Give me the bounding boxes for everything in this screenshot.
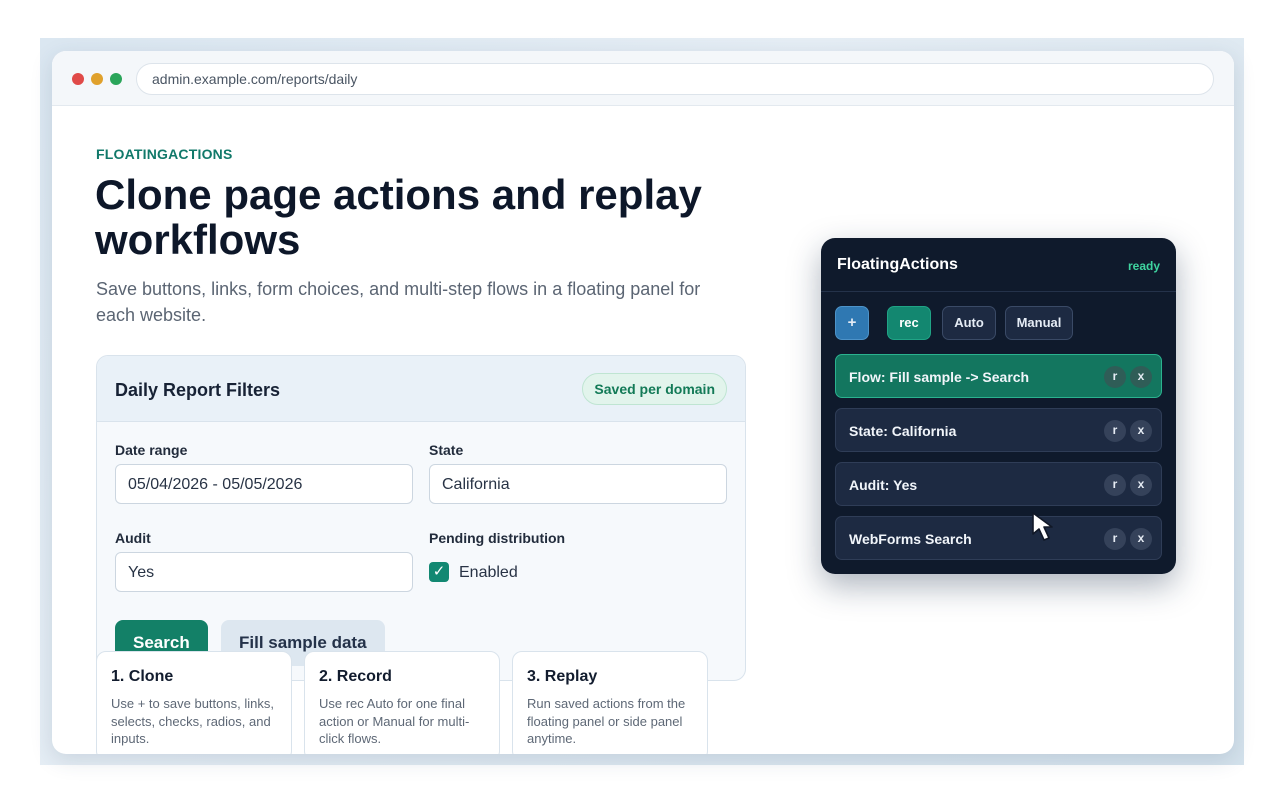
- check-icon: ✓: [432, 563, 446, 580]
- floating-actions-panel: FloatingActions ready + rec Auto Manual …: [821, 238, 1176, 574]
- saved-action-item[interactable]: Flow: Fill sample -> Search r x: [835, 354, 1162, 398]
- replay-icon[interactable]: r: [1104, 366, 1126, 388]
- panel-header[interactable]: FloatingActions ready: [821, 238, 1176, 292]
- filters-card: Daily Report Filters Saved per domain Da…: [96, 355, 746, 681]
- saved-action-label: Flow: Fill sample -> Search: [849, 369, 1030, 385]
- filters-card-title: Daily Report Filters: [115, 380, 281, 400]
- product-eyebrow: FLOATINGACTIONS: [96, 146, 233, 162]
- state-label: State: [429, 442, 464, 458]
- auto-mode-button[interactable]: Auto: [942, 306, 996, 340]
- remove-icon[interactable]: x: [1130, 366, 1152, 388]
- step-title: 1. Clone: [111, 668, 174, 685]
- add-action-button[interactable]: +: [835, 306, 869, 340]
- panel-title: FloatingActions: [837, 256, 958, 273]
- step-card-record: 2. Record Use rec Auto for one final act…: [304, 651, 500, 754]
- page-title: Clone page actions and replay workflows: [95, 171, 702, 263]
- step-description: Use + to save buttons, links, selects, c…: [111, 696, 274, 746]
- panel-status: ready: [1127, 259, 1160, 273]
- replay-icon[interactable]: r: [1104, 474, 1126, 496]
- step-card-clone: 1. Clone Use + to save buttons, links, s…: [96, 651, 292, 754]
- address-bar[interactable]: admin.example.com/reports/daily: [136, 63, 1214, 95]
- saved-per-domain-badge: Saved per domain: [582, 373, 727, 405]
- page-subtitle: Save buttons, links, form choices, and m…: [96, 279, 701, 325]
- maximize-window-dot[interactable]: [110, 73, 122, 85]
- browser-toolbar: admin.example.com/reports/daily: [52, 51, 1234, 106]
- filters-card-header: Daily Report Filters Saved per domain: [97, 356, 745, 422]
- pending-distribution-check-label[interactable]: Enabled: [459, 564, 518, 582]
- date-range-label: Date range: [115, 442, 188, 458]
- close-window-dot[interactable]: [72, 73, 84, 85]
- replay-icon[interactable]: r: [1104, 420, 1126, 442]
- pending-distribution-checkbox[interactable]: ✓: [429, 562, 449, 582]
- saved-action-label: WebForms Search: [849, 531, 972, 547]
- minimize-window-dot[interactable]: [91, 73, 103, 85]
- remove-icon[interactable]: x: [1130, 528, 1152, 550]
- saved-action-item[interactable]: State: California r x: [835, 408, 1162, 452]
- record-button[interactable]: rec: [887, 306, 931, 340]
- replay-icon[interactable]: r: [1104, 528, 1126, 550]
- saved-action-label: State: California: [849, 423, 957, 439]
- pending-distribution-label: Pending distribution: [429, 530, 566, 546]
- audit-label: Audit: [115, 530, 151, 546]
- remove-icon[interactable]: x: [1130, 474, 1152, 496]
- step-description: Use rec Auto for one final action or Man…: [319, 696, 470, 746]
- step-title: 3. Replay: [527, 668, 598, 685]
- state-input[interactable]: California: [429, 464, 727, 504]
- step-title: 2. Record: [319, 668, 392, 685]
- date-range-input[interactable]: 05/04/2026 - 05/05/2026: [115, 464, 413, 504]
- remove-icon[interactable]: x: [1130, 420, 1152, 442]
- step-card-replay: 3. Replay Run saved actions from the flo…: [512, 651, 708, 754]
- manual-mode-button[interactable]: Manual: [1005, 306, 1073, 340]
- saved-action-label: Audit: Yes: [849, 477, 918, 493]
- audit-input[interactable]: Yes: [115, 552, 413, 592]
- saved-action-item[interactable]: WebForms Search r x: [835, 516, 1162, 560]
- saved-action-item[interactable]: Audit: Yes r x: [835, 462, 1162, 506]
- mouse-cursor-icon: [1032, 512, 1053, 541]
- step-description: Run saved actions from the floating pane…: [527, 696, 686, 746]
- browser-window: admin.example.com/reports/daily FLOATING…: [52, 51, 1234, 754]
